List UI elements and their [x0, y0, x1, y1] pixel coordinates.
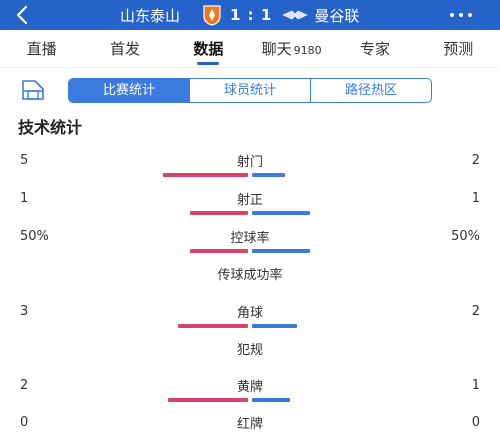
- stat-away-bar: [252, 398, 290, 402]
- tab-live[interactable]: 直播: [0, 30, 83, 67]
- stat-row-pass-accuracy: 传球成功率: [0, 264, 500, 300]
- tab-data[interactable]: 数据: [167, 30, 250, 67]
- tab-expert[interactable]: 专家: [333, 30, 416, 67]
- back-arrow-icon[interactable]: [12, 4, 34, 26]
- stat-row-possession: 50% 控球率 50%: [0, 227, 500, 263]
- home-team-logo-icon: [203, 5, 221, 26]
- stat-away-value: 0: [471, 415, 480, 430]
- subtab-heatmap[interactable]: 路径热区: [310, 79, 431, 102]
- stats-subtabs: 比赛统计 球员统计 路径热区: [68, 78, 432, 103]
- stat-label: 红牌: [236, 417, 263, 432]
- stat-away-bar: [252, 173, 285, 177]
- pitch-view-icon[interactable]: [20, 78, 46, 102]
- stat-home-bar: [168, 398, 248, 402]
- stat-away-value: 2: [471, 304, 480, 319]
- top-bar: 山东泰山 1 : 1 曼谷联: [0, 0, 500, 30]
- stat-away-value: 50%: [451, 229, 480, 244]
- stat-row-fouls: 犯规: [0, 339, 500, 375]
- tab-lineup[interactable]: 首发: [83, 30, 166, 67]
- stat-label: 黄牌: [236, 380, 263, 395]
- away-team-logo-icon: [282, 10, 309, 20]
- stat-row-yellow-cards: 2 黄牌 1: [0, 376, 500, 412]
- stat-home-bar: [190, 211, 248, 215]
- stat-row-shots-on-target: 1 射正 1: [0, 189, 500, 225]
- stat-label: 传球成功率: [217, 268, 283, 283]
- subtab-match-stats[interactable]: 比赛统计: [69, 79, 189, 102]
- subtab-player-stats[interactable]: 球员统计: [189, 79, 310, 102]
- main-tabs: 直播 首发 数据 聊天 9180 专家 预测: [0, 30, 500, 68]
- stat-away-bar: [252, 324, 297, 328]
- stat-away-bar: [252, 211, 310, 215]
- stat-away-value: 1: [471, 191, 480, 206]
- stat-label: 角球: [236, 306, 263, 321]
- away-team-name: 曼谷联: [314, 6, 360, 25]
- match-header: 山东泰山 1 : 1 曼谷联: [120, 0, 359, 30]
- more-options-icon[interactable]: [450, 5, 472, 25]
- stat-home-bar: [178, 324, 248, 328]
- stat-away-bar: [252, 249, 310, 253]
- stat-away-value: 1: [471, 378, 480, 393]
- stat-label: 射正: [236, 193, 263, 208]
- section-title: 技术统计: [18, 118, 83, 137]
- chat-count: 9180: [293, 44, 322, 57]
- tab-prediction[interactable]: 预测: [417, 30, 500, 67]
- home-team-name: 山东泰山: [120, 6, 181, 25]
- tab-chat[interactable]: 聊天 9180: [250, 30, 333, 67]
- stat-label: 犯规: [236, 343, 263, 358]
- stat-row-corners: 3 角球 2: [0, 302, 500, 338]
- stat-row-red-cards: 0 红牌 0: [0, 413, 500, 440]
- stat-home-bar: [190, 249, 248, 253]
- stat-away-value: 2: [471, 153, 480, 168]
- stat-label: 控球率: [230, 231, 270, 246]
- stat-home-bar: [163, 173, 248, 177]
- stat-row-shots: 5 射门 2: [0, 151, 500, 187]
- match-score: 1 : 1: [230, 6, 273, 24]
- stat-label: 射门: [236, 155, 263, 170]
